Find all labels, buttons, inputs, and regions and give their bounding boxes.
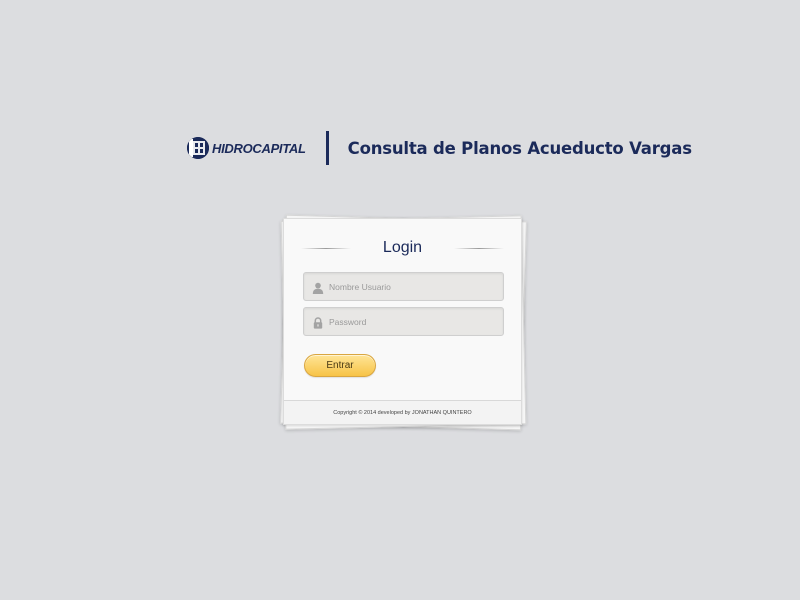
lock-icon — [312, 316, 324, 329]
hidrocapital-logo: HIDROCAPITAL — [187, 133, 306, 163]
username-input[interactable] — [329, 281, 489, 292]
logo-emblem-icon — [187, 137, 209, 159]
username-field[interactable] — [303, 272, 504, 301]
login-title: Login — [382, 239, 423, 256]
login-form: Login Nombre Usuario Entrar Copyright © … — [283, 218, 522, 425]
copyright-footer: Copyright © 2014 developed by JONATHAN Q… — [284, 400, 521, 424]
password-field[interactable] — [303, 307, 504, 336]
header-divider — [325, 131, 329, 165]
login-card-stack: Login Nombre Usuario Entrar Copyright © … — [280, 214, 527, 431]
logo-text: HIDROCAPITAL — [212, 140, 306, 156]
user-icon — [312, 281, 324, 294]
login-title-row: Login — [284, 237, 521, 259]
app-title: Consulta de Planos Acueducto Vargas — [347, 138, 692, 158]
password-input[interactable] — [329, 316, 489, 327]
header: HIDROCAPITAL Consulta de Planos Acueduct… — [187, 131, 692, 165]
login-page: HIDROCAPITAL Consulta de Planos Acueduct… — [0, 0, 800, 600]
title-rule-right — [454, 247, 505, 249]
title-rule-left — [300, 247, 351, 249]
entrar-button[interactable]: Entrar — [304, 354, 376, 377]
